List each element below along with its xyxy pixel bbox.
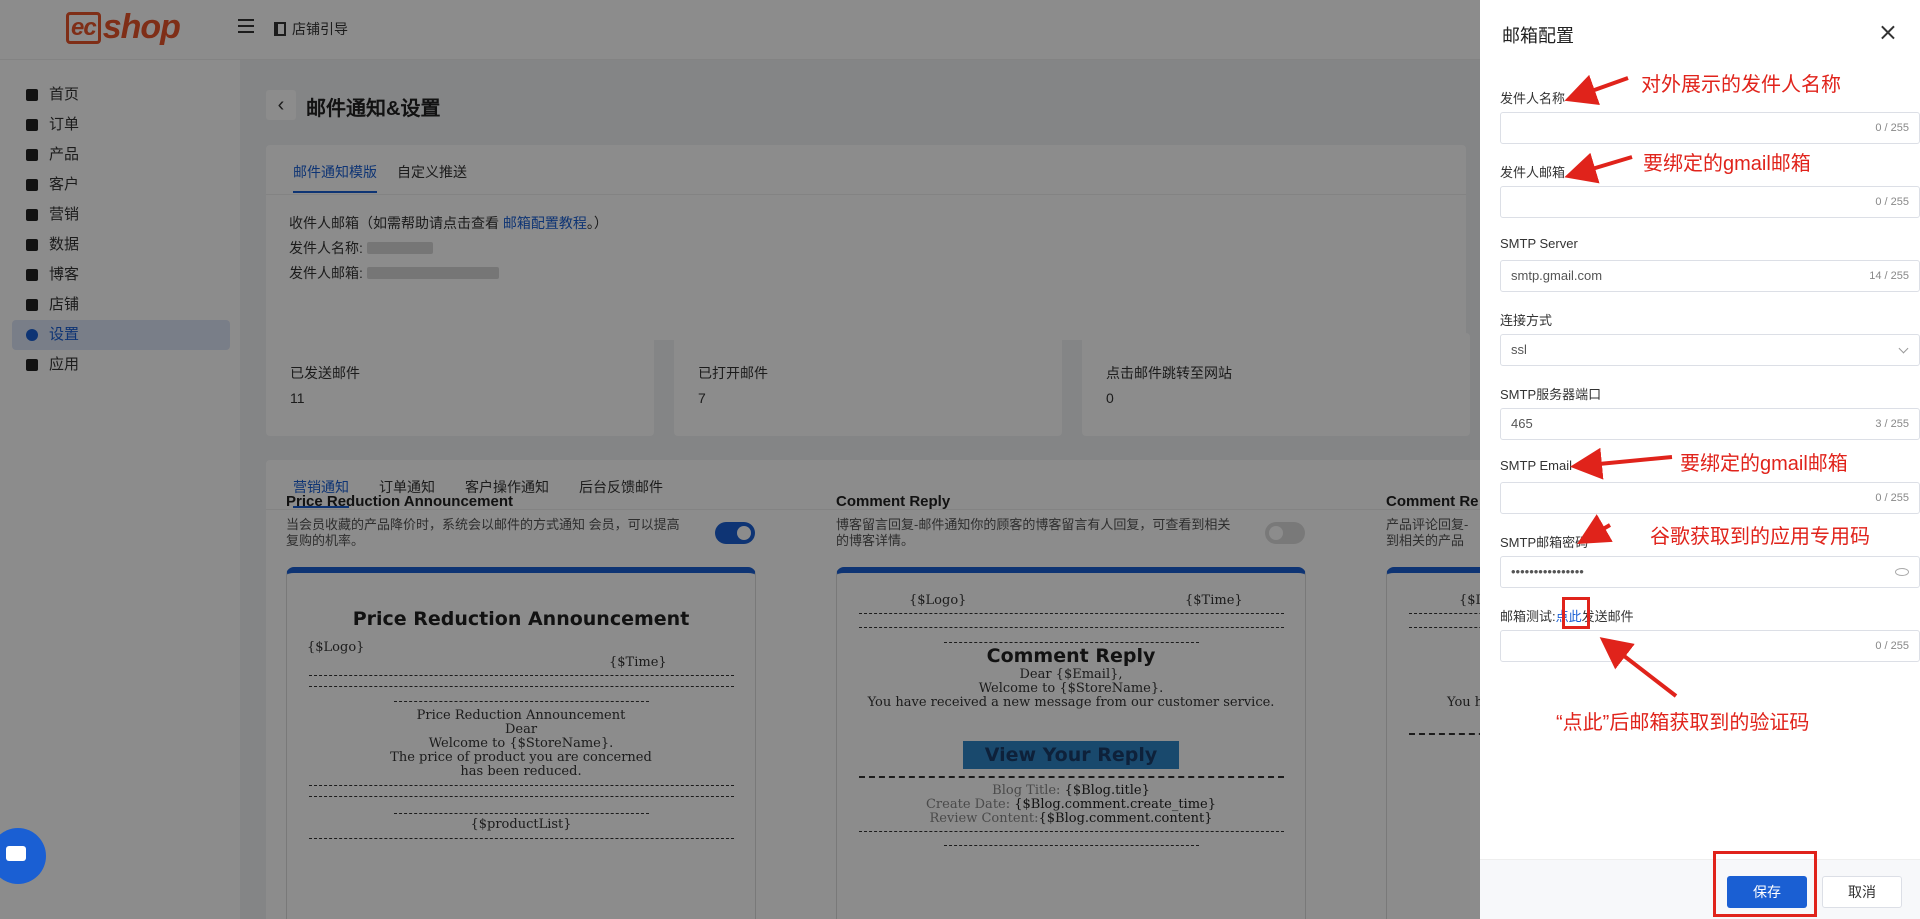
drawer-title: 邮箱配置 — [1502, 26, 1574, 46]
email-test-prefix: 邮箱测试: — [1500, 609, 1556, 624]
chevron-down-icon — [1898, 343, 1909, 354]
annotation-verify-code: “点此”后邮箱获取到的验证码 — [1556, 712, 1810, 734]
connection-method-select[interactable]: ssl — [1500, 334, 1920, 366]
char-count: 0 / 255 — [1875, 122, 1909, 134]
char-count: 3 / 255 — [1875, 418, 1909, 430]
smtp-email-input[interactable]: 0 / 255 — [1500, 482, 1920, 514]
connection-method-label: 连接方式 — [1500, 313, 1553, 328]
eye-icon[interactable] — [1895, 568, 1909, 576]
highlight-send-link — [1562, 597, 1590, 629]
annotation-smtp-email: 要绑定的gmail邮箱 — [1680, 453, 1848, 475]
smtp-email-label: SMTP Email — [1500, 458, 1572, 473]
smtp-password-value: •••••••••••••••• — [1511, 564, 1584, 579]
cancel-button[interactable]: 取消 — [1822, 876, 1902, 908]
char-count: 0 / 255 — [1875, 492, 1909, 504]
highlight-save-button — [1713, 851, 1817, 917]
modal-overlay[interactable] — [0, 0, 1480, 919]
smtp-server-input[interactable]: smtp.gmail.com 14 / 255 — [1500, 260, 1920, 292]
smtp-port-value: 465 — [1511, 416, 1533, 431]
sender-email-input[interactable]: 0 / 255 — [1500, 186, 1920, 218]
char-count: 0 / 255 — [1875, 640, 1909, 652]
annotation-smtp-password: 谷歌获取到的应用专用码 — [1650, 526, 1870, 548]
sender-name-label: 发件人名称 — [1500, 91, 1566, 106]
drawer-footer: 保存 取消 — [1480, 859, 1920, 919]
verification-code-input[interactable]: 0 / 255 — [1500, 630, 1920, 662]
smtp-server-value: smtp.gmail.com — [1511, 268, 1603, 283]
annotation-sender-name: 对外展示的发件人名称 — [1641, 74, 1841, 96]
close-icon[interactable]: × — [1878, 18, 1898, 46]
annotation-sender-email: 要绑定的gmail邮箱 — [1643, 153, 1811, 175]
char-count: 14 / 255 — [1869, 270, 1909, 282]
smtp-port-input[interactable]: 465 3 / 255 — [1500, 408, 1920, 440]
smtp-server-label: SMTP Server — [1500, 236, 1578, 251]
connection-method-value: ssl — [1511, 342, 1527, 357]
smtp-port-label: SMTP服务器端口 — [1500, 387, 1602, 402]
smtp-password-input[interactable]: •••••••••••••••• — [1500, 556, 1920, 588]
sender-name-input[interactable]: 0 / 255 — [1500, 112, 1920, 144]
sender-email-label: 发件人邮箱 — [1500, 165, 1566, 180]
smtp-password-label: SMTP邮箱密码 — [1500, 535, 1589, 550]
char-count: 0 / 255 — [1875, 196, 1909, 208]
